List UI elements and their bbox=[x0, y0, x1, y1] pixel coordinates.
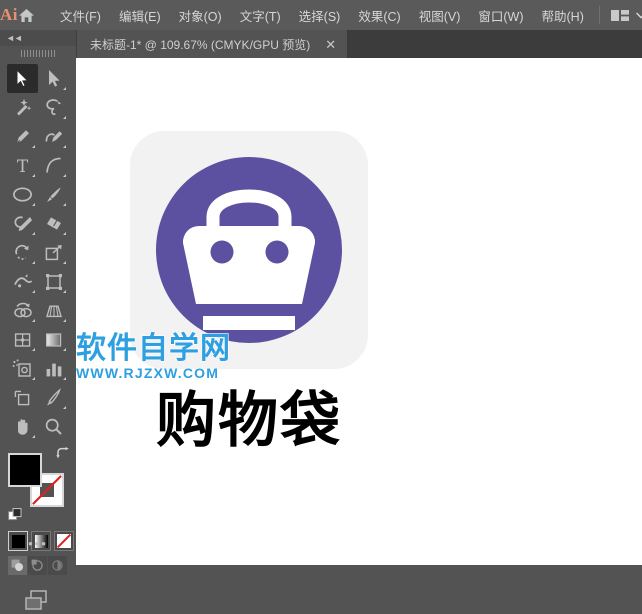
free-transform-tool[interactable] bbox=[38, 267, 69, 296]
menu-select[interactable]: 选择(S) bbox=[290, 2, 350, 29]
scale-tool[interactable] bbox=[38, 238, 69, 267]
slice-tool[interactable] bbox=[38, 383, 69, 412]
artwork-caption[interactable]: 购物袋 bbox=[130, 388, 368, 454]
close-icon[interactable]: ✕ bbox=[322, 36, 339, 53]
perspective-grid-tool[interactable] bbox=[38, 296, 69, 325]
menu-type[interactable]: 文字(T) bbox=[231, 2, 290, 29]
menu-effect[interactable]: 效果(C) bbox=[349, 2, 409, 29]
rotate-tool[interactable] bbox=[7, 238, 38, 267]
tool-panel-grip[interactable] bbox=[0, 46, 76, 60]
menu-help[interactable]: 帮助(H) bbox=[533, 2, 593, 29]
shape-builder-tool[interactable] bbox=[7, 296, 38, 325]
document-tab-label: 未标题-1* @ 109.67% (CMYK/GPU 预览) bbox=[90, 37, 311, 52]
tool-panel-header[interactable]: ◄◄ bbox=[0, 30, 76, 46]
app-logo: Ai bbox=[0, 5, 18, 24]
line-segment-tool[interactable] bbox=[38, 151, 69, 180]
menu-object[interactable]: 对象(O) bbox=[170, 2, 231, 29]
magic-wand-tool[interactable] bbox=[7, 93, 38, 122]
menu-items: 文件(F) 编辑(E) 对象(O) 文字(T) 选择(S) 效果(C) 视图(V… bbox=[51, 2, 593, 29]
direct-selection-tool[interactable] bbox=[38, 64, 69, 93]
workspace-area bbox=[593, 5, 642, 26]
curvature-tool[interactable] bbox=[38, 122, 69, 151]
draw-normal-mode[interactable] bbox=[8, 556, 27, 575]
draw-inside-mode[interactable] bbox=[48, 556, 67, 575]
selection-tool[interactable] bbox=[7, 64, 38, 93]
edit-toolbar-button[interactable]: ••• bbox=[0, 536, 76, 551]
column-graph-tool[interactable] bbox=[38, 354, 69, 383]
menu-view[interactable]: 视图(V) bbox=[410, 2, 470, 29]
workspace-switcher[interactable] bbox=[606, 5, 642, 26]
draw-mode-row bbox=[8, 556, 76, 575]
home-icon[interactable] bbox=[18, 8, 35, 23]
pen-tool[interactable] bbox=[7, 122, 38, 151]
menu-bar: Ai 文件(F) 编辑(E) 对象(O) 文字(T) 选择(S) 效果(C) 视… bbox=[0, 0, 642, 30]
svg-text:T: T bbox=[17, 157, 29, 175]
menu-file[interactable]: 文件(F) bbox=[51, 2, 110, 29]
hand-tool[interactable] bbox=[7, 412, 38, 441]
eraser-tool[interactable] bbox=[38, 209, 69, 238]
tool-grid: T bbox=[0, 60, 76, 441]
chevron-down-icon bbox=[635, 11, 642, 19]
gradient-tool[interactable] bbox=[38, 325, 69, 354]
fill-stroke-controls bbox=[8, 447, 70, 525]
swap-fill-stroke-icon[interactable] bbox=[56, 447, 70, 461]
fill-swatch[interactable] bbox=[8, 453, 42, 487]
default-fill-stroke-icon[interactable] bbox=[8, 508, 23, 523]
draw-behind-mode[interactable] bbox=[28, 556, 47, 575]
shopping-bag-icon bbox=[156, 157, 342, 343]
tool-panel: ◄◄ T ••• bbox=[0, 30, 77, 610]
document-tab-bar: 未标题-1* @ 109.67% (CMYK/GPU 预览) ✕ bbox=[76, 30, 642, 58]
menu-edit[interactable]: 编辑(E) bbox=[110, 2, 170, 29]
app-icon-tile[interactable] bbox=[130, 131, 368, 369]
menu-window[interactable]: 窗口(W) bbox=[469, 2, 532, 29]
ellipse-tool[interactable] bbox=[7, 180, 38, 209]
paintbrush-tool[interactable] bbox=[38, 180, 69, 209]
illustrator-window: Ai 文件(F) 编辑(E) 对象(O) 文字(T) 选择(S) 效果(C) 视… bbox=[0, 0, 642, 610]
artboard-canvas[interactable]: 购物袋 软件自学网 WWW.RJZXW.COM bbox=[76, 58, 642, 565]
artboard-tool[interactable] bbox=[7, 383, 38, 412]
collapse-panel-icon[interactable]: ◄◄ bbox=[6, 33, 23, 43]
change-screen-mode-icon[interactable] bbox=[0, 589, 76, 614]
lasso-tool[interactable] bbox=[38, 93, 69, 122]
shaper-tool[interactable] bbox=[7, 209, 38, 238]
mesh-tool[interactable] bbox=[7, 325, 38, 354]
workspace-separator bbox=[598, 6, 600, 24]
zoom-tool[interactable] bbox=[38, 412, 69, 441]
type-tool[interactable]: T bbox=[7, 151, 38, 180]
width-tool[interactable] bbox=[7, 267, 38, 296]
workspace-switcher-icon bbox=[610, 9, 629, 21]
symbol-sprayer-tool[interactable] bbox=[7, 354, 38, 383]
document-tab[interactable]: 未标题-1* @ 109.67% (CMYK/GPU 预览) ✕ bbox=[76, 30, 348, 58]
